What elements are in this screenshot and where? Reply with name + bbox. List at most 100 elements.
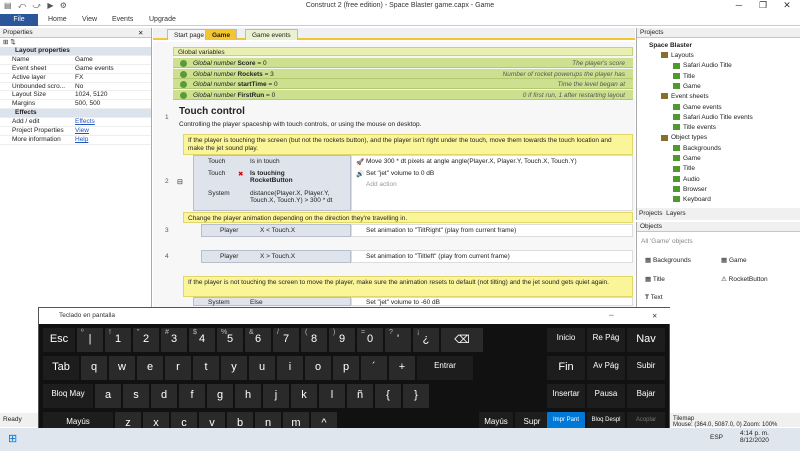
language-indicator[interactable]: ESP — [710, 434, 723, 441]
key[interactable]: r — [165, 356, 191, 380]
object-item[interactable]: ▦ Title — [645, 275, 665, 283]
clock[interactable]: 4:14 p. m. 8/12/2020 — [740, 430, 769, 444]
key[interactable]: Subir — [627, 356, 665, 380]
event-actions[interactable]: Set animation to "TiltRight" (play from … — [351, 224, 633, 237]
key[interactable]: i — [277, 356, 303, 380]
property-value[interactable]: View — [75, 127, 151, 135]
tab-game[interactable]: Game — [205, 29, 238, 40]
minimize-button[interactable]: ─ — [728, 0, 750, 14]
key[interactable]: p — [333, 356, 359, 380]
key[interactable]: e — [137, 356, 163, 380]
key[interactable]: f — [179, 384, 205, 408]
property-row[interactable]: Add / edit Effects — [0, 118, 151, 128]
global-variable[interactable]: Global number startTime = 0 Time the leve… — [173, 79, 633, 89]
key[interactable]: Bajar — [627, 384, 665, 408]
minimize-button[interactable]: ─ — [609, 312, 614, 319]
key[interactable]: s — [123, 384, 149, 408]
property-row[interactable]: Layout Size 1024, 5120 — [0, 91, 151, 101]
key[interactable]: 5% — [217, 328, 243, 352]
project-tree-item[interactable]: Keyboard — [673, 196, 711, 203]
project-tree-item[interactable]: Browser — [673, 186, 707, 193]
ribbon-tab-upgrade[interactable]: Upgrade — [149, 15, 176, 26]
key[interactable]: u — [249, 356, 275, 380]
event-actions[interactable]: Set animation to "Tiltleft" (play from c… — [351, 250, 633, 263]
project-tree-item[interactable]: Layouts — [661, 52, 694, 59]
key[interactable]: w — [109, 356, 135, 380]
project-tree-item[interactable]: Safari Audio Title — [673, 62, 732, 69]
key[interactable]: Esc — [43, 328, 75, 352]
object-item[interactable]: ⚠ RocketButton — [721, 275, 768, 283]
project-tree-item[interactable]: Audio — [673, 176, 700, 183]
project-tree-item[interactable]: Object types — [661, 134, 707, 141]
property-row[interactable]: More information Help — [0, 136, 151, 145]
maximize-button[interactable]: ❐ — [752, 0, 774, 14]
key[interactable]: Fin — [547, 356, 585, 380]
key[interactable]: Pausa — [587, 384, 625, 408]
event-conditions[interactable]: System Else — [193, 297, 351, 306]
project-tree-item[interactable]: Game — [673, 83, 701, 90]
key[interactable]: 7/ — [273, 328, 299, 352]
key[interactable]: 3 # — [161, 328, 187, 352]
key[interactable]: 4 $ — [189, 328, 215, 352]
property-row[interactable]: Unbounded scro... No — [0, 83, 151, 92]
key[interactable]: Av Pág — [587, 356, 625, 380]
key[interactable]: g — [207, 384, 233, 408]
key[interactable]: 1! — [105, 328, 131, 352]
project-tree-item[interactable]: Safari Audio Title events — [673, 114, 753, 121]
event-conditions[interactable]: Touch Is in touch Touch ✖ Is touching Ro… — [193, 155, 351, 211]
key[interactable]: Nav — [627, 328, 665, 352]
tab-layers[interactable]: Layers — [666, 210, 686, 217]
project-tree-item[interactable]: Backgrounds — [673, 145, 721, 152]
key[interactable]: o — [305, 356, 331, 380]
key[interactable]: Entrar — [417, 356, 473, 380]
tab-game-events[interactable]: Game events — [245, 29, 298, 40]
key[interactable]: t — [193, 356, 219, 380]
key[interactable]: 8( — [301, 328, 327, 352]
key[interactable]: 9) — [329, 328, 355, 352]
project-tree-item[interactable]: Game events — [673, 104, 722, 111]
project-tree-item[interactable]: Title events — [673, 124, 716, 131]
comment[interactable]: If the player is touching the screen (bu… — [183, 134, 633, 155]
key[interactable]: Inicio — [547, 328, 585, 352]
close-icon[interactable]: ✕ — [138, 29, 143, 37]
ribbon-tab-home[interactable]: Home — [48, 15, 67, 26]
property-row[interactable]: Project Properties View — [0, 127, 151, 136]
comment[interactable]: If the player is not touching the screen… — [183, 276, 633, 297]
key[interactable]: k — [291, 384, 317, 408]
ribbon-tab-view[interactable]: View — [82, 15, 97, 26]
key[interactable]: ⌫ — [441, 328, 483, 352]
key[interactable]: j — [263, 384, 289, 408]
key[interactable]: { — [375, 384, 401, 408]
key[interactable]: l — [319, 384, 345, 408]
key[interactable]: y — [221, 356, 247, 380]
key[interactable]: ¿ ¡ — [413, 328, 439, 352]
property-row[interactable]: Event sheet Game events — [0, 65, 151, 74]
property-row[interactable]: Active layer FX — [0, 74, 151, 83]
ribbon-tab-events[interactable]: Events — [112, 15, 133, 26]
key[interactable]: Insertar — [547, 384, 585, 408]
event-actions[interactable]: 🚀 Move 300 * dt pixels at angle angle(Pl… — [351, 155, 633, 211]
objects-filter[interactable]: All 'Game' objects — [641, 238, 693, 245]
object-item[interactable]: T Text — [645, 294, 663, 301]
project-tree-item[interactable]: Title — [673, 165, 695, 172]
event-conditions[interactable]: Player X > Touch.X — [201, 250, 351, 263]
global-variable[interactable]: Global number Score = 0 The player's scor… — [173, 58, 633, 68]
global-variable[interactable]: Global number FirstRun = 0 0 if first run… — [173, 89, 633, 100]
collapse-icon[interactable]: ⊟ — [177, 178, 183, 186]
key[interactable]: + — [389, 356, 415, 380]
key[interactable]: 0 = — [357, 328, 383, 352]
property-value[interactable]: Effects — [75, 118, 151, 126]
project-root[interactable]: Space Blaster — [649, 42, 692, 49]
project-tree-item[interactable]: Game — [673, 155, 701, 162]
project-tree-item[interactable]: Event sheets — [661, 93, 709, 100]
global-variable[interactable]: Global number Rockets = 3 Number of rocke… — [173, 68, 633, 79]
add-action-link[interactable]: Add action — [366, 181, 397, 188]
object-item[interactable]: ▦ Game — [721, 256, 747, 264]
key[interactable]: d — [151, 384, 177, 408]
key[interactable]: | º — [77, 328, 103, 352]
key[interactable]: Re Pág — [587, 328, 625, 352]
comment[interactable]: Change the player animation depending on… — [183, 212, 633, 223]
key[interactable]: a — [95, 384, 121, 408]
key[interactable]: '? — [385, 328, 411, 352]
key[interactable]: Bloq May — [43, 384, 93, 408]
